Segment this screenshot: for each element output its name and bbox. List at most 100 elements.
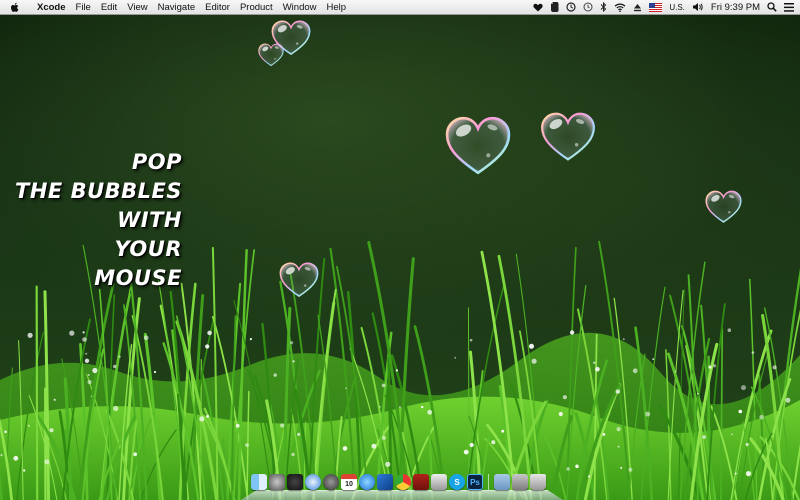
promo-line-with: WITH (117, 208, 182, 232)
dew-drop (27, 424, 30, 427)
dew-drop (745, 443, 749, 446)
menu-navigate[interactable]: Navigate (153, 2, 201, 13)
dew-drop (566, 467, 570, 471)
promo-line-pop: POP (131, 150, 182, 174)
dew-drop (82, 331, 85, 334)
dew-drop (674, 371, 677, 373)
downloads-folder-icon[interactable] (512, 474, 528, 490)
dew-drop (53, 398, 56, 401)
spotlight-icon[interactable] (767, 2, 777, 12)
dew-drop (772, 365, 777, 370)
dew-drop (741, 385, 746, 391)
menu-edit[interactable]: Edit (96, 2, 122, 13)
documents-folder-icon[interactable] (494, 474, 510, 490)
search-history-icon[interactable] (566, 2, 576, 12)
dew-drop (381, 383, 386, 388)
dew-drop (463, 449, 469, 455)
dew-drop (622, 338, 625, 341)
dew-drop (143, 335, 149, 341)
dew-drop (427, 409, 433, 415)
dew-drop (4, 430, 7, 434)
dew-drop (379, 405, 381, 408)
promo-line-your: YOUR (114, 237, 182, 261)
menu-app-name[interactable]: Xcode (32, 2, 71, 13)
calendar-icon[interactable]: 10 (341, 474, 357, 490)
menu-help[interactable]: Help (322, 2, 352, 13)
chrome-icon[interactable] (395, 474, 411, 490)
eject-icon[interactable] (633, 3, 642, 12)
dew-drop (616, 427, 621, 432)
dew-drop (113, 405, 119, 412)
dock-icons: 10 S Ps (251, 474, 546, 490)
menu-product[interactable]: Product (235, 2, 278, 13)
photoshop-icon[interactable]: Ps (467, 474, 483, 490)
apple-icon[interactable] (10, 2, 22, 13)
menubar-clock[interactable]: Fri 9:39 PM (711, 2, 760, 13)
dew-drop (235, 423, 240, 428)
dew-drop (87, 374, 90, 376)
dew-drop (23, 469, 26, 472)
safari-icon[interactable] (305, 474, 321, 490)
itunes-icon[interactable] (359, 474, 375, 490)
dew-drop (529, 343, 534, 349)
skype-icon[interactable]: S (449, 474, 465, 490)
menu-window[interactable]: Window (278, 2, 322, 13)
preview-icon[interactable] (431, 474, 447, 490)
photo-booth-icon[interactable] (413, 474, 429, 490)
dew-drop (745, 471, 752, 477)
bluetooth-icon[interactable] (600, 2, 607, 12)
heart-bubble-icon[interactable] (445, 116, 511, 176)
dew-drop (345, 387, 347, 390)
dew-drop (759, 414, 764, 420)
dew-drop (398, 406, 401, 409)
dew-drop (628, 467, 633, 472)
dew-drop (207, 330, 212, 336)
dew-drop (371, 443, 377, 449)
dew-drop (87, 380, 92, 385)
dew-drop (469, 442, 474, 448)
volume-icon[interactable] (692, 2, 704, 12)
menu-view[interactable]: View (122, 2, 152, 13)
dashboard-icon[interactable] (287, 474, 303, 490)
dew-drop (84, 358, 90, 363)
trash-icon[interactable] (530, 474, 546, 490)
heart-bubble-icon[interactable] (279, 262, 319, 298)
xcode-icon[interactable] (377, 474, 393, 490)
heart-bubble-icon[interactable] (540, 112, 596, 162)
finder-icon[interactable] (251, 474, 267, 490)
dew-drop (615, 389, 620, 394)
time-machine-icon[interactable] (583, 2, 593, 12)
app-icon[interactable] (323, 474, 339, 490)
status-area: U.S. Fri 9:39 PM (533, 0, 794, 14)
dew-drop (708, 365, 712, 369)
dew-drop (531, 358, 537, 364)
heart-bubble-icon[interactable] (258, 43, 284, 67)
dew-drop (206, 414, 210, 418)
dock: 10 S Ps (241, 472, 563, 500)
evernote-icon[interactable] (550, 2, 559, 12)
wifi-icon[interactable] (614, 3, 626, 12)
dew-drop (617, 445, 620, 448)
dew-drop (562, 395, 568, 400)
dew-drop (245, 443, 249, 447)
dew-drop (652, 358, 655, 360)
launchpad-icon[interactable] (269, 474, 285, 490)
dew-drop (280, 423, 285, 428)
input-source-label[interactable]: U.S. (669, 3, 685, 12)
dew-drop (381, 435, 387, 440)
dew-drop (738, 409, 743, 414)
input-source-flag-icon[interactable] (649, 2, 663, 12)
dew-drop (0, 454, 3, 457)
dew-drop (751, 351, 755, 354)
menu-editor[interactable]: Editor (200, 2, 235, 13)
heart-icon[interactable] (533, 3, 543, 12)
dew-drop (602, 433, 606, 436)
dew-drop (205, 344, 210, 349)
menu-file[interactable]: File (71, 2, 96, 13)
list-icon[interactable] (784, 2, 794, 12)
dew-drop (85, 352, 88, 355)
heart-bubble-icon[interactable] (705, 190, 742, 224)
dew-drop (620, 466, 623, 469)
dew-drop (645, 411, 651, 417)
dew-drop (92, 367, 98, 374)
